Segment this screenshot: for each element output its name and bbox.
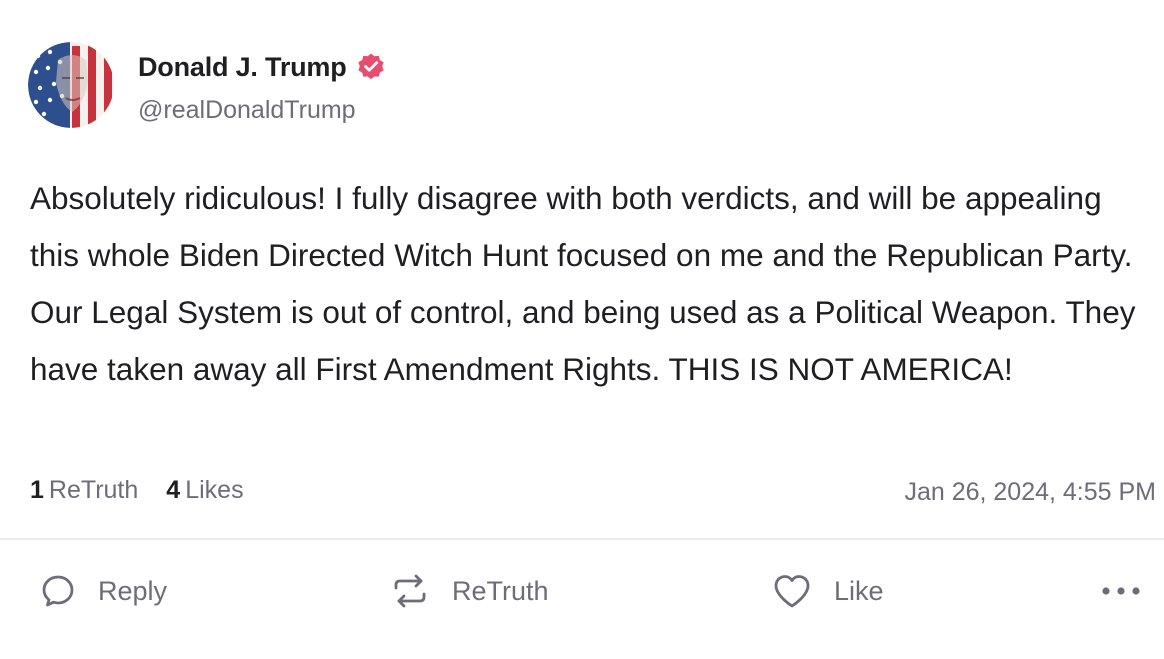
post-timestamp[interactable]: Jan 26, 2024, 4:55 PM	[904, 478, 1156, 507]
retruth-stat[interactable]: 1 ReTruth	[30, 476, 138, 505]
author-name-row: Donald J. Trump	[138, 50, 386, 84]
divider	[0, 538, 1164, 540]
post-text: Absolutely ridiculous! I fully disagree …	[30, 180, 1136, 387]
retruth-button[interactable]: ReTruth	[390, 565, 549, 617]
author-handle[interactable]: @realDonaldTrump	[138, 96, 356, 125]
likes-stat-label: Likes	[185, 476, 244, 504]
like-label: Like	[834, 575, 884, 606]
more-button[interactable]	[1100, 565, 1142, 617]
more-horizontal-icon	[1100, 585, 1142, 597]
reply-icon	[40, 573, 76, 609]
retruth-count: 1	[30, 476, 44, 504]
verified-badge-icon	[356, 52, 386, 82]
retruth-label: ReTruth	[452, 575, 549, 606]
avatar-image	[28, 42, 114, 128]
retruth-icon	[390, 571, 430, 611]
likes-count: 4	[166, 476, 181, 504]
avatar[interactable]	[28, 42, 114, 128]
reply-button[interactable]: Reply	[40, 565, 167, 617]
heart-icon	[772, 573, 812, 609]
display-name[interactable]: Donald J. Trump	[138, 52, 347, 83]
reply-label: Reply	[98, 575, 168, 606]
post-stats: 1 ReTruth 4 Likes	[30, 476, 244, 505]
retruth-stat-label: ReTruth	[48, 476, 139, 504]
truth-post: Donald J. Trump @realDonaldTrump Absolut…	[0, 0, 1164, 659]
action-bar: Reply ReTruth Like	[0, 565, 1164, 617]
likes-stat[interactable]: 4 Likes	[166, 476, 243, 505]
like-button[interactable]: Like	[772, 565, 884, 617]
